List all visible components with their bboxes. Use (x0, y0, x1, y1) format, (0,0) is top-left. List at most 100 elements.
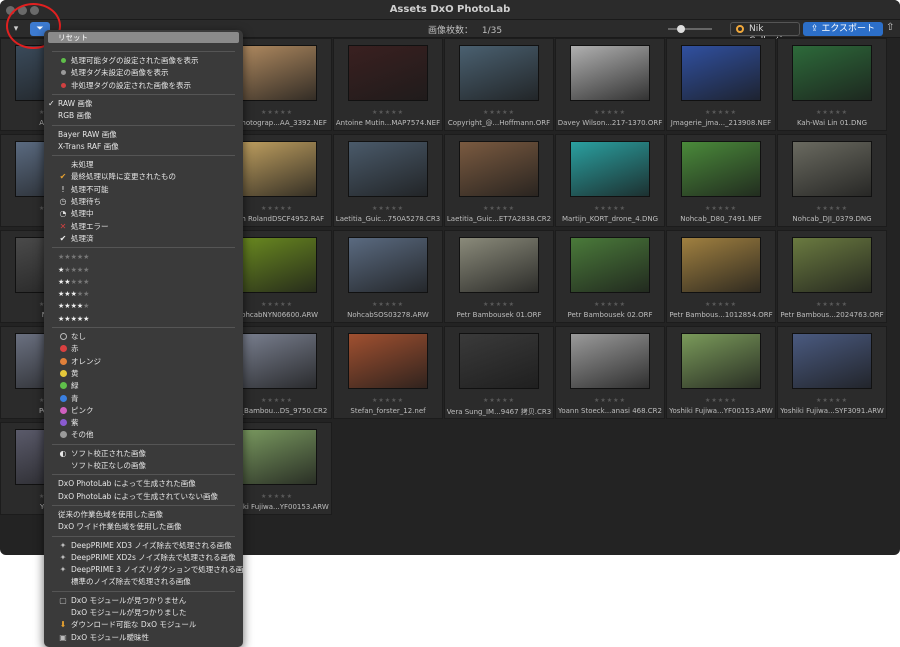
noise-filter-item[interactable]: ✦ DeepPRIME XD2s ノイズ除去で処理される画像 (44, 552, 243, 564)
module-filter-item[interactable]: ⬇ ダウンロード可能な DxO モジュール (44, 619, 243, 631)
color-filter-item[interactable]: 青 (44, 393, 243, 405)
soft-proof-filter-item[interactable]: ソフト校正なしの画像 (44, 460, 243, 472)
module-filter-item[interactable]: DxO モジュールが見つかりました (44, 607, 243, 619)
image-thumbnail[interactable] (681, 45, 761, 101)
colorspace-filter-item[interactable]: DxO ワイド作業色域を使用した画像 (44, 521, 243, 533)
share-icon[interactable]: ⇧ (886, 22, 896, 35)
rating-stars[interactable]: ★★★★★ (667, 301, 775, 308)
color-filter-item[interactable]: 緑 (44, 380, 243, 392)
image-thumbnail[interactable] (459, 237, 539, 293)
rating-filter-item[interactable]: ★★★★★ (44, 251, 243, 263)
grid-cell[interactable]: ★★★★★ Yoshiki Fujiwa...SYF3091.ARW (777, 326, 887, 419)
image-thumbnail[interactable] (570, 237, 650, 293)
rating-stars[interactable]: ★★★★★ (334, 205, 442, 212)
slider-knob[interactable] (676, 25, 685, 33)
rating-stars[interactable]: ★★★★★ (556, 109, 664, 116)
image-thumbnail[interactable] (348, 45, 428, 101)
grid-cell[interactable]: ★★★★★ Jmagerie_jma..._213908.NEF (666, 38, 776, 131)
tag-filter-item[interactable]: 処理可能タグの設定された画像を表示 (44, 55, 243, 67)
tag-filter-item[interactable]: 非処理タグの設定された画像を表示 (44, 80, 243, 92)
color-filter-item[interactable]: 紫 (44, 417, 243, 429)
rating-stars[interactable]: ★★★★★ (445, 301, 553, 308)
grid-cell[interactable]: ★★★★★ Antoine Mutin...MAP7574.NEF (333, 38, 443, 131)
grid-cell[interactable]: ★★★★★ Petr Bambous...2024763.ORF (777, 230, 887, 323)
colorspace-filter-item[interactable]: 従来の作業色域を使用した画像 (44, 509, 243, 521)
rating-filter-item[interactable]: ★★★★★ (44, 300, 243, 312)
grid-cell[interactable]: ★★★★★ Yoshiki Fujiwa...YF00153.ARW (666, 326, 776, 419)
color-filter-item[interactable]: その他 (44, 429, 243, 441)
reset-menu-item[interactable]: リセット (48, 32, 239, 43)
generated-filter-item[interactable]: DxO PhotoLab によって生成された画像 (44, 478, 243, 490)
grid-cell[interactable]: ★★★★★ Stefan_forster_12.nef (333, 326, 443, 419)
image-thumbnail[interactable] (237, 333, 317, 389)
grid-cell[interactable]: ★★★★★ Laetitia_Guic...750A5278.CR3 (333, 134, 443, 227)
status-filter-item[interactable]: ✔ 処理済 (44, 233, 243, 245)
module-filter-item[interactable]: ▣ DxO モジュール曖昧性 (44, 632, 243, 644)
grid-cell[interactable]: ★★★★★ Petr Bambousek 01.ORF (444, 230, 554, 323)
rating-stars[interactable]: ★★★★★ (556, 205, 664, 212)
grid-cell[interactable]: ★★★★★ Copyright_@...Hoffmann.ORF (444, 38, 554, 131)
format-filter-item[interactable]: RGB 画像 (44, 110, 243, 122)
nik-collection-button[interactable]: Nik Collection (730, 22, 800, 46)
image-thumbnail[interactable] (459, 333, 539, 389)
grid-cell[interactable]: ★★★★★ Martijn_KORT_drone_4.DNG (555, 134, 665, 227)
rating-filter-item[interactable]: ★★★★★ (44, 288, 243, 300)
rating-stars[interactable]: ★★★★★ (667, 205, 775, 212)
color-filter-item[interactable]: なし (44, 331, 243, 343)
image-thumbnail[interactable] (348, 237, 428, 293)
export-button[interactable]: ⇪ エクスポート (803, 22, 883, 36)
image-thumbnail[interactable] (237, 141, 317, 197)
noise-filter-item[interactable]: 標準のノイズ除去で処理される画像 (44, 576, 243, 588)
image-thumbnail[interactable] (681, 237, 761, 293)
grid-cell[interactable]: ★★★★★ Petr Bambous...1012854.ORF (666, 230, 776, 323)
grid-cell[interactable]: ★★★★★ Yoann Stoeck...anasi 468.CR2 (555, 326, 665, 419)
grid-cell[interactable]: ★★★★★ Nohcab_DJI_0379.DNG (777, 134, 887, 227)
image-thumbnail[interactable] (459, 45, 539, 101)
image-thumbnail[interactable] (681, 333, 761, 389)
status-filter-item[interactable]: 未処理 (44, 159, 243, 171)
soft-proof-filter-item[interactable]: ◐ ソフト校正された画像 (44, 448, 243, 460)
color-filter-item[interactable]: ピンク (44, 405, 243, 417)
image-thumbnail[interactable] (348, 141, 428, 197)
sensor-filter-item[interactable]: Bayer RAW 画像 (44, 129, 243, 141)
format-filter-item[interactable]: RAW 画像 ✓ (44, 98, 243, 110)
module-filter-item[interactable]: ▢ DxO モジュールが見つかりません (44, 595, 243, 607)
rating-stars[interactable]: ★★★★★ (667, 109, 775, 116)
status-filter-item[interactable]: ◔ 処理中 (44, 208, 243, 220)
image-thumbnail[interactable] (237, 45, 317, 101)
status-filter-item[interactable]: ✕ 処理エラー (44, 221, 243, 233)
grid-cell[interactable]: ★★★★★ NohcabSOS03278.ARW (333, 230, 443, 323)
rating-filter-item[interactable]: ★★★★★ (44, 276, 243, 288)
image-thumbnail[interactable] (792, 237, 872, 293)
rating-filter-item[interactable]: ★★★★★ (44, 313, 243, 325)
tag-filter-item[interactable]: 処理タグ未設定の画像を表示 (44, 67, 243, 79)
image-thumbnail[interactable] (237, 237, 317, 293)
image-thumbnail[interactable] (792, 333, 872, 389)
rating-stars[interactable]: ★★★★★ (445, 205, 553, 212)
rating-stars[interactable]: ★★★★★ (334, 301, 442, 308)
noise-filter-item[interactable]: ✦ DeepPRIME 3 ノイズリダクションで処理される画像 (44, 564, 243, 576)
grid-cell[interactable]: ★★★★★ Petr Bambousek 02.ORF (555, 230, 665, 323)
grid-cell[interactable]: ★★★★★ Kah-Wai Lin 01.DNG (777, 38, 887, 131)
image-thumbnail[interactable] (792, 141, 872, 197)
rating-stars[interactable]: ★★★★★ (778, 397, 886, 404)
grid-cell[interactable]: ★★★★★ Nohcab_D80_7491.NEF (666, 134, 776, 227)
rating-stars[interactable]: ★★★★★ (445, 109, 553, 116)
color-filter-item[interactable]: 赤 (44, 343, 243, 355)
image-thumbnail[interactable] (570, 141, 650, 197)
rating-stars[interactable]: ★★★★★ (778, 109, 886, 116)
image-thumbnail[interactable] (570, 333, 650, 389)
image-thumbnail[interactable] (681, 141, 761, 197)
status-filter-item[interactable]: ! 処理不可能 (44, 184, 243, 196)
status-filter-item[interactable]: ✔ 最終処理以降に変更されたもの (44, 171, 243, 183)
rating-stars[interactable]: ★★★★★ (667, 397, 775, 404)
status-filter-item[interactable]: ◷ 処理待ち (44, 196, 243, 208)
rating-stars[interactable]: ★★★★★ (334, 397, 442, 404)
rating-stars[interactable]: ★★★★★ (556, 397, 664, 404)
thumbnail-size-slider[interactable] (668, 25, 712, 33)
image-thumbnail[interactable] (237, 429, 317, 485)
color-filter-item[interactable]: 黄 (44, 368, 243, 380)
image-thumbnail[interactable] (459, 141, 539, 197)
rating-stars[interactable]: ★★★★★ (334, 109, 442, 116)
rating-stars[interactable]: ★★★★★ (445, 397, 553, 404)
